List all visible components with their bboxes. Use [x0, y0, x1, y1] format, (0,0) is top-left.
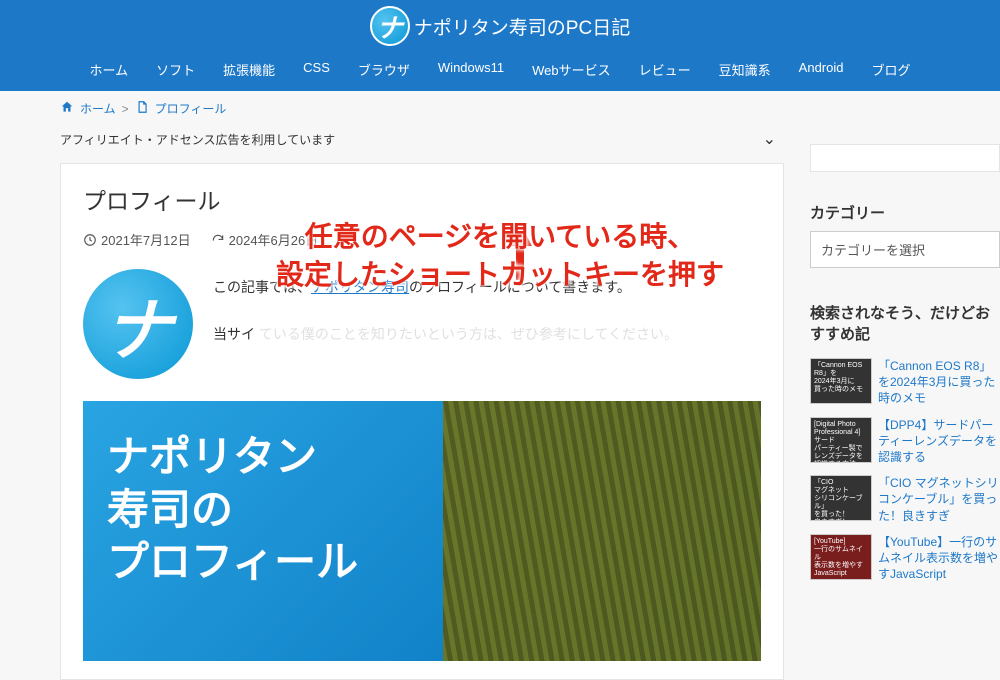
affiliate-text: アフィリエイト・アドセンス広告を利用しています	[60, 131, 335, 148]
thumb-image: [Digital Photo Professional 4] サード パーティー…	[810, 417, 872, 463]
nav-windows11[interactable]: Windows11	[438, 60, 504, 79]
nav-extensions[interactable]: 拡張機能	[223, 60, 275, 79]
list-item[interactable]: 「CIO マグネット シリコンケーブル」 を買った！ 良きすぎ！ 「CIO マグ…	[810, 475, 1000, 524]
intro-suffix: のプロフィールについて書きます。	[409, 279, 631, 295]
breadcrumb-page[interactable]: プロフィール	[155, 100, 227, 117]
hero-photo-texture	[443, 401, 761, 661]
nav-android[interactable]: Android	[799, 60, 844, 79]
sidebar-list-heading: 検索されなそう、だけどおすすめ記	[810, 302, 1000, 344]
breadcrumb-separator: >	[122, 102, 129, 116]
thumb-image: [YouTube] 一行のサムネイル 表示数を増やす JavaScript	[810, 534, 872, 580]
nav-browser[interactable]: ブラウザ	[358, 60, 410, 79]
nav-webservice[interactable]: Webサービス	[532, 60, 611, 79]
updated-date: 2024年6月26日	[211, 230, 319, 249]
thumb-image: 「Cannon EOS R8」を 2024年3月に 買った時のメモ	[810, 358, 872, 404]
posted-date-text: 2021年7月12日	[101, 230, 191, 249]
doc-icon	[135, 100, 149, 117]
thumb-title: 「CIO マグネットシリコンケーブル」を買った！良きすぎ	[878, 475, 1000, 524]
article-intro-text: この記事では、ナポリタン寿司のプロフィールについて書きます。 当サイ ている僕の…	[213, 269, 678, 347]
posted-date: 2021年7月12日	[83, 230, 191, 249]
article-dates: 2021年7月12日 2024年6月26日	[83, 230, 761, 249]
breadcrumb-home[interactable]: ホーム	[80, 100, 116, 117]
chevron-down-icon: ⌄	[763, 129, 776, 149]
breadcrumb: ホーム > プロフィール	[0, 96, 800, 121]
updated-date-text: 2024年6月26日	[229, 230, 319, 249]
page-title: プロフィール	[83, 182, 761, 216]
main-nav: ホーム ソフト 拡張機能 CSS ブラウザ Windows11 Webサービス …	[0, 52, 1000, 91]
article-intro-row: ナ この記事では、ナポリタン寿司のプロフィールについて書きます。 当サイ ている…	[83, 269, 761, 379]
nav-css[interactable]: CSS	[303, 60, 330, 79]
nav-review[interactable]: レビュー	[639, 60, 691, 79]
site-title: ナポリタン寿司のPC日記	[414, 13, 630, 40]
nav-blog[interactable]: ブログ	[871, 60, 910, 79]
list-item[interactable]: [YouTube] 一行のサムネイル 表示数を増やす JavaScript 【Y…	[810, 534, 1000, 583]
intro-line2a: 当サイ	[213, 326, 255, 342]
site-header: ナ ナポリタン寿司のPC日記 ホーム ソフト 拡張機能 CSS ブラウザ Win…	[0, 0, 1000, 90]
intro-prefix: この記事では、	[213, 279, 311, 295]
thumb-image: 「CIO マグネット シリコンケーブル」 を買った！ 良きすぎ！	[810, 475, 872, 521]
hero-image: ナポリタン 寿司の プロフィール	[83, 401, 761, 661]
affiliate-notice[interactable]: アフィリエイト・アドセンス広告を利用しています ⌄	[0, 121, 800, 157]
article-card: プロフィール 2021年7月12日 2024年6月26日 ナ この記事では、ナポ…	[60, 163, 784, 680]
list-item[interactable]: 「Cannon EOS R8」を 2024年3月に 買った時のメモ 「Canno…	[810, 358, 1000, 407]
home-icon	[60, 100, 74, 117]
page-body: ホーム > プロフィール アフィリエイト・アドセンス広告を利用しています ⌄ プ…	[0, 90, 1000, 680]
intro-line2b: ている僕のことを知りたいという方は、ぜひ参考にしてください。	[259, 326, 678, 342]
author-avatar-icon: ナ	[83, 269, 193, 379]
nav-home[interactable]: ホーム	[90, 60, 129, 79]
nav-software[interactable]: ソフト	[156, 60, 195, 79]
nav-tips[interactable]: 豆知識系	[719, 60, 771, 79]
sidebar-recommended-list: 「Cannon EOS R8」を 2024年3月に 買った時のメモ 「Canno…	[810, 358, 1000, 582]
intro-link[interactable]: ナポリタン寿司	[311, 279, 409, 295]
site-branding[interactable]: ナ ナポリタン寿司のPC日記	[0, 0, 1000, 52]
refresh-icon	[211, 233, 225, 247]
list-item[interactable]: [Digital Photo Professional 4] サード パーティー…	[810, 417, 1000, 466]
thumb-title: 【DPP4】サードパーティーレンズデータを認識する	[878, 417, 1000, 466]
hero-text-panel: ナポリタン 寿司の プロフィール	[83, 401, 443, 661]
hero-photo	[443, 401, 761, 661]
clock-icon	[83, 233, 97, 247]
main-column: ホーム > プロフィール アフィリエイト・アドセンス広告を利用しています ⌄ プ…	[0, 96, 800, 680]
category-select[interactable]: カテゴリーを選択	[810, 231, 1000, 268]
sidebar: カテゴリー カテゴリーを選択 検索されなそう、だけどおすすめ記 「Cannon …	[800, 96, 1000, 680]
site-logo-icon: ナ	[370, 6, 410, 46]
sidebar-category-heading: カテゴリー	[810, 202, 1000, 223]
thumb-title: 「Cannon EOS R8」を2024年3月に買った時のメモ	[878, 358, 1000, 407]
sidebar-ad-slot	[810, 144, 1000, 172]
thumb-title: 【YouTube】一行のサムネイル表示数を増やすJavaScript	[878, 534, 1000, 583]
